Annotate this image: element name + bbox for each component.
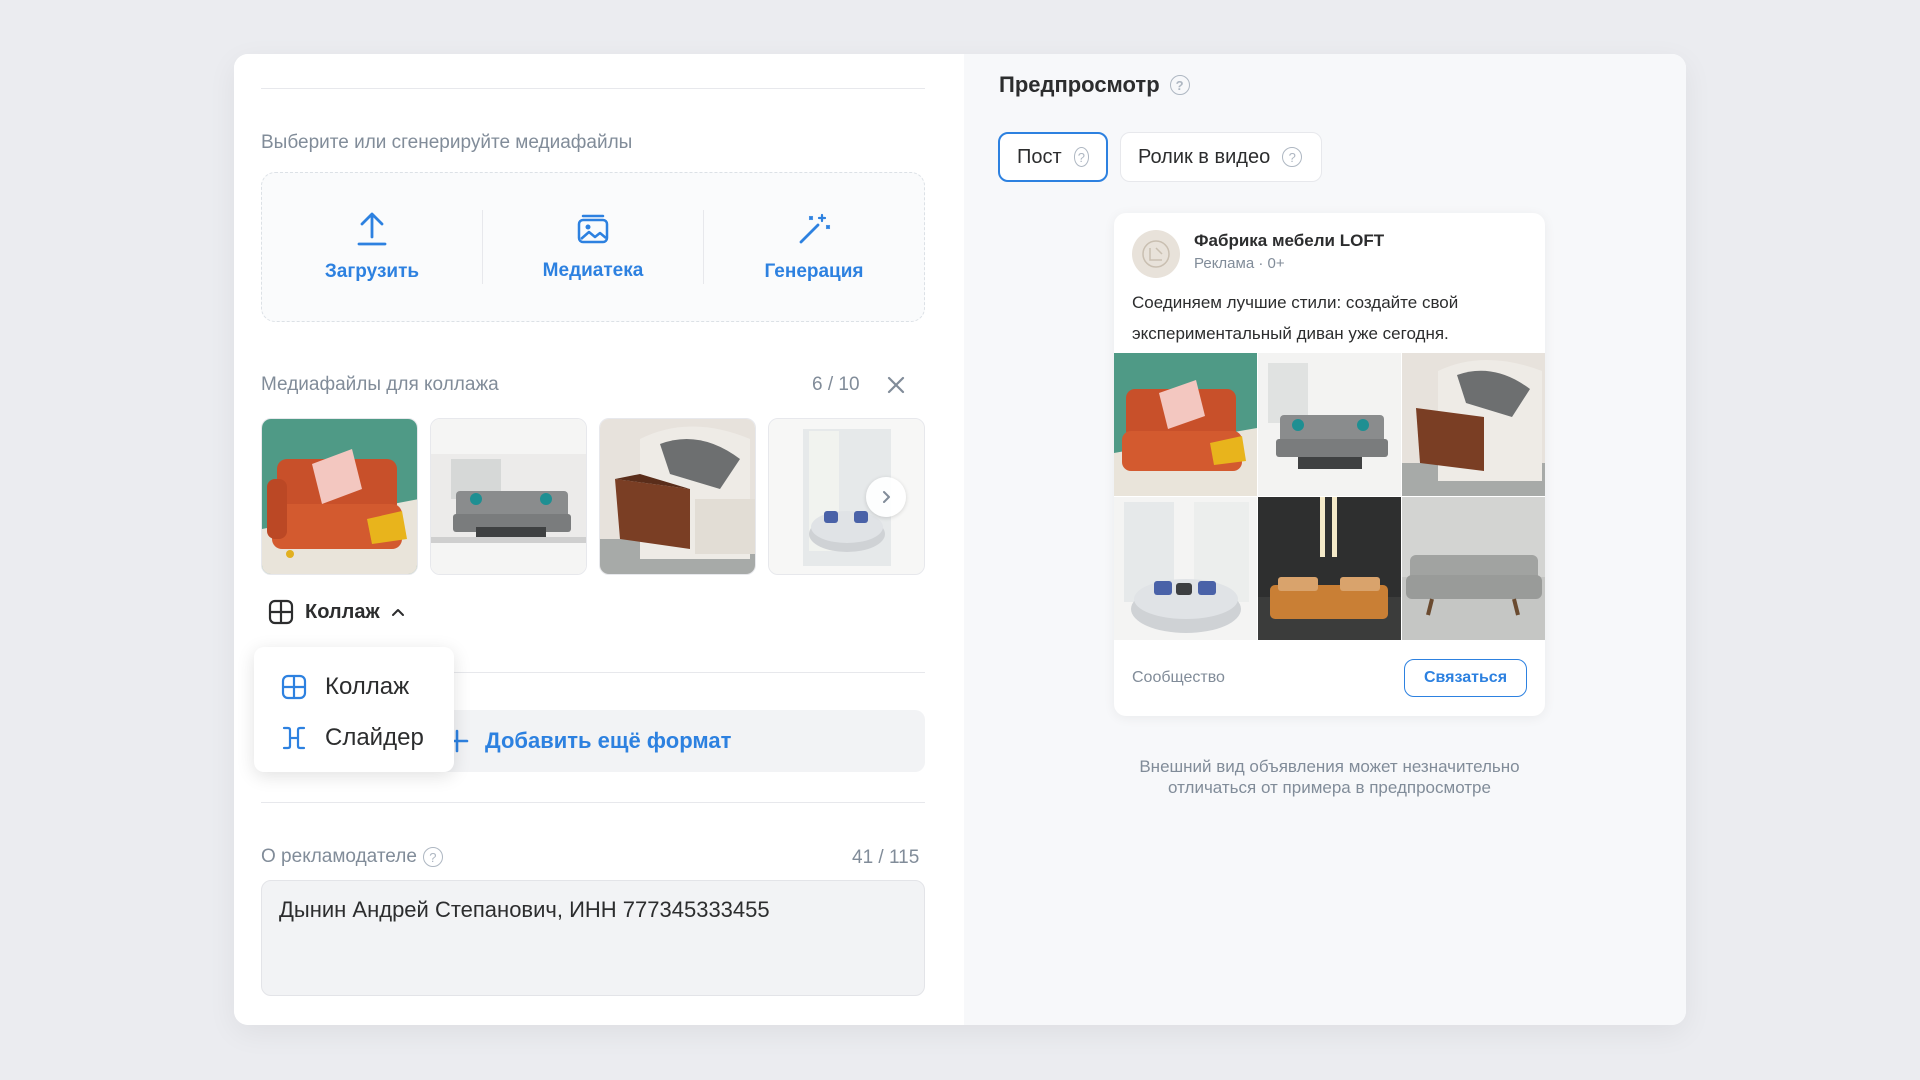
collage-image [1258, 497, 1401, 640]
brand-logo-icon [1142, 240, 1170, 268]
chevron-up-icon [391, 609, 404, 616]
format-option-label: Коллаж [325, 672, 410, 700]
format-dropdown-menu: Коллаж Слайдер [254, 647, 454, 772]
collage-image [1258, 353, 1401, 496]
generation-button[interactable]: Генерация [704, 173, 924, 321]
upload-icon [357, 212, 387, 246]
format-option-slider[interactable]: Слайдер [254, 712, 454, 763]
collage-icon [268, 599, 294, 625]
add-format-label: Добавить ещё формат [485, 728, 732, 753]
post-meta: Реклама · 0+ [1194, 255, 1285, 272]
collage-count: 6 / 10 [812, 374, 860, 395]
post-footer-label: Сообщество [1132, 669, 1225, 686]
upload-label: Загрузить [324, 261, 420, 282]
slider-icon [282, 726, 306, 749]
media-select-label: Выберите или сгенерируйте медиафайлы [261, 132, 633, 153]
advertiser-label-row: О рекламодателе ? [261, 846, 443, 868]
clear-media-button[interactable] [884, 373, 908, 397]
preview-disclaimer: Внешний вид объявления может незначитель… [1139, 757, 1520, 797]
media-thumbnail-grey-sofa[interactable] [430, 418, 587, 575]
ad-post-preview: Фабрика мебели LOFT Реклама · 0+ Соединя… [1114, 213, 1545, 716]
advertiser-count: 41 / 115 [852, 847, 920, 868]
campaign-editor-card: Выберите или сгенерируйте медиафайлы Заг… [234, 54, 1686, 1025]
media-thumbnail-orange-sofa[interactable] [261, 418, 418, 575]
collage-files-label: Медиафайлы для коллажа [261, 374, 499, 395]
collage-image [1114, 497, 1257, 640]
media-thumbnail-sofa-wooden[interactable] [599, 418, 756, 575]
chevron-right-icon [883, 491, 890, 503]
preview-title: Предпросмотр [999, 72, 1160, 97]
magic-wand-icon [799, 213, 831, 244]
image-library-icon [577, 214, 609, 244]
format-select-value: Коллаж [305, 600, 380, 623]
post-author[interactable]: Фабрика мебели LOFT [1194, 231, 1384, 251]
divider [261, 802, 925, 803]
upload-button[interactable]: Загрузить [262, 173, 482, 321]
collage-image [1402, 353, 1545, 496]
collage-icon [281, 674, 307, 699]
advertiser-label: О рекламодателе [261, 846, 417, 867]
preview-panel: Предпросмотр ? Пост ? Ролик в видео ? Фа… [964, 54, 1686, 1025]
tab-label: Ролик в видео [1138, 145, 1271, 168]
post-text: Соединяем лучшие стили: создайте свой эк… [1132, 293, 1459, 343]
media-source-box: Загрузить Медиатека Генерация [261, 172, 925, 322]
help-icon[interactable]: ? [422, 847, 443, 867]
help-icon[interactable]: ? [1282, 147, 1303, 167]
tab-video-roll[interactable]: Ролик в видео ? [1120, 132, 1322, 182]
format-option-label: Слайдер [325, 723, 424, 751]
contact-button[interactable]: Связаться [1404, 659, 1527, 697]
preview-title-row: Предпросмотр ? [999, 72, 1190, 98]
help-icon[interactable]: ? [1169, 75, 1190, 95]
help-icon[interactable]: ? [1073, 147, 1089, 167]
collage-image [1114, 353, 1257, 496]
format-option-collage[interactable]: Коллаж [254, 661, 454, 712]
advertiser-input[interactable]: Дынин Андрей Степанович, ИНН 77734533345… [261, 880, 925, 996]
tab-label: Пост [1017, 145, 1062, 168]
tab-post[interactable]: Пост ? [998, 132, 1108, 182]
media-library-label: Медиатека [542, 260, 644, 281]
divider [261, 88, 925, 89]
collage-grid [1114, 353, 1545, 640]
avatar [1132, 230, 1180, 278]
format-select[interactable]: Коллаж [268, 599, 405, 625]
media-library-button[interactable]: Медиатека [483, 173, 703, 321]
collage-image [1402, 497, 1545, 640]
close-icon [887, 376, 905, 394]
generation-label: Генерация [764, 261, 864, 282]
thumbnails-next-button[interactable] [866, 477, 906, 517]
editor-panel: Выберите или сгенерируйте медиафайлы Заг… [234, 54, 964, 1025]
